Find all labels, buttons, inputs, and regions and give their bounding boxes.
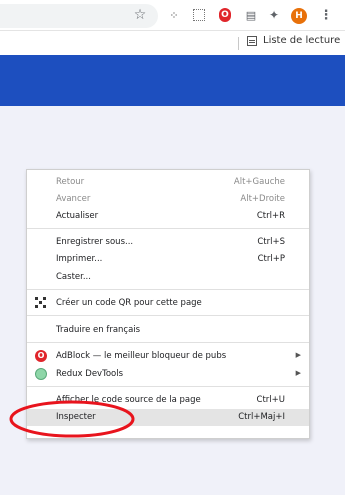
menu-item-shortcut: Ctrl+P [257,254,285,264]
adblock-icon: O [35,350,47,362]
menu-item-create-qr-code[interactable]: Créer un code QR pour cette page [27,295,309,312]
menu-separator [27,386,309,387]
menu-item-shortcut: Alt+Gauche [233,177,285,187]
menu-item-shortcut: Ctrl+Maj+I [238,412,285,422]
bookmark-star-icon[interactable]: ☆ [132,7,148,23]
menu-item-label: Afficher le code source de la page [56,395,201,405]
menu-item-label: Actualiser [56,211,99,221]
menu-item-adblock[interactable]: O AdBlock — le meilleur bloqueur de pubs… [27,348,309,365]
menu-item-shortcut: Ctrl+U [256,395,285,405]
menu-item-shortcut: Ctrl+R [256,211,285,221]
bookmarks-separator [238,37,239,50]
adblock-extension-icon[interactable]: O [217,7,233,23]
menu-item-label: Retour [56,177,85,187]
bookmarks-bar: Liste de lecture [0,30,345,55]
menu-item-view-source[interactable]: Afficher le code source de la page Ctrl+… [27,392,309,409]
browser-toolbar: ☆ ⁘ O ▤ ✦ H ⋮ [0,0,345,30]
menu-item-label: AdBlock — le meilleur bloqueur de pubs [56,351,227,361]
menu-item-label: Avancer [56,194,91,204]
menu-item-print[interactable]: Imprimer... Ctrl+P [27,251,309,268]
menu-item-shortcut: Alt+Droite [240,194,285,204]
extension-icon[interactable] [191,7,207,23]
context-menu: Retour Alt+Gauche Avancer Alt+Droite Act… [26,169,310,439]
redux-devtools-icon [35,368,47,380]
menu-item-reload[interactable]: Actualiser Ctrl+R [27,208,309,225]
menu-item-label: Caster... [56,272,91,282]
submenu-arrow-icon: ▶ [295,351,301,359]
menu-item-translate[interactable]: Traduire en français [27,322,309,339]
menu-item-save-as[interactable]: Enregistrer sous... Ctrl+S [27,234,309,251]
menu-item-cast[interactable]: Caster... [27,269,309,286]
reading-list-label: Liste de lecture [263,35,341,46]
reading-list-button[interactable]: Liste de lecture [247,35,340,46]
menu-item-redux-devtools[interactable]: Redux DevTools ▶ [27,366,309,383]
menu-item-forward[interactable]: Avancer Alt+Droite [27,191,309,208]
menu-separator [27,289,309,290]
reading-list-icon [247,35,257,46]
profile-avatar[interactable]: H [291,8,307,24]
extension-icon[interactable]: ⁘ [166,7,182,23]
menu-item-label: Créer un code QR pour cette page [56,298,202,308]
menu-item-inspect[interactable]: Inspecter Ctrl+Maj+I [27,409,309,426]
page-header-banner [0,55,345,106]
menu-item-label: Imprimer... [56,254,103,264]
menu-separator [27,342,309,343]
menu-item-label: Redux DevTools [56,369,124,379]
menu-separator [27,315,309,316]
extensions-puzzle-icon[interactable]: ✦ [266,7,282,23]
submenu-arrow-icon: ▶ [295,369,301,377]
menu-item-shortcut: Ctrl+S [257,237,285,247]
qr-code-icon [35,297,47,309]
menu-item-back[interactable]: Retour Alt+Gauche [27,174,309,191]
menu-item-label: Inspecter [56,412,96,422]
menu-separator [27,228,309,229]
menu-item-label: Traduire en français [56,325,141,335]
extension-icon[interactable]: ▤ [243,7,259,23]
menu-item-label: Enregistrer sous... [56,237,134,247]
browser-menu-icon[interactable]: ⋮ [318,7,334,23]
